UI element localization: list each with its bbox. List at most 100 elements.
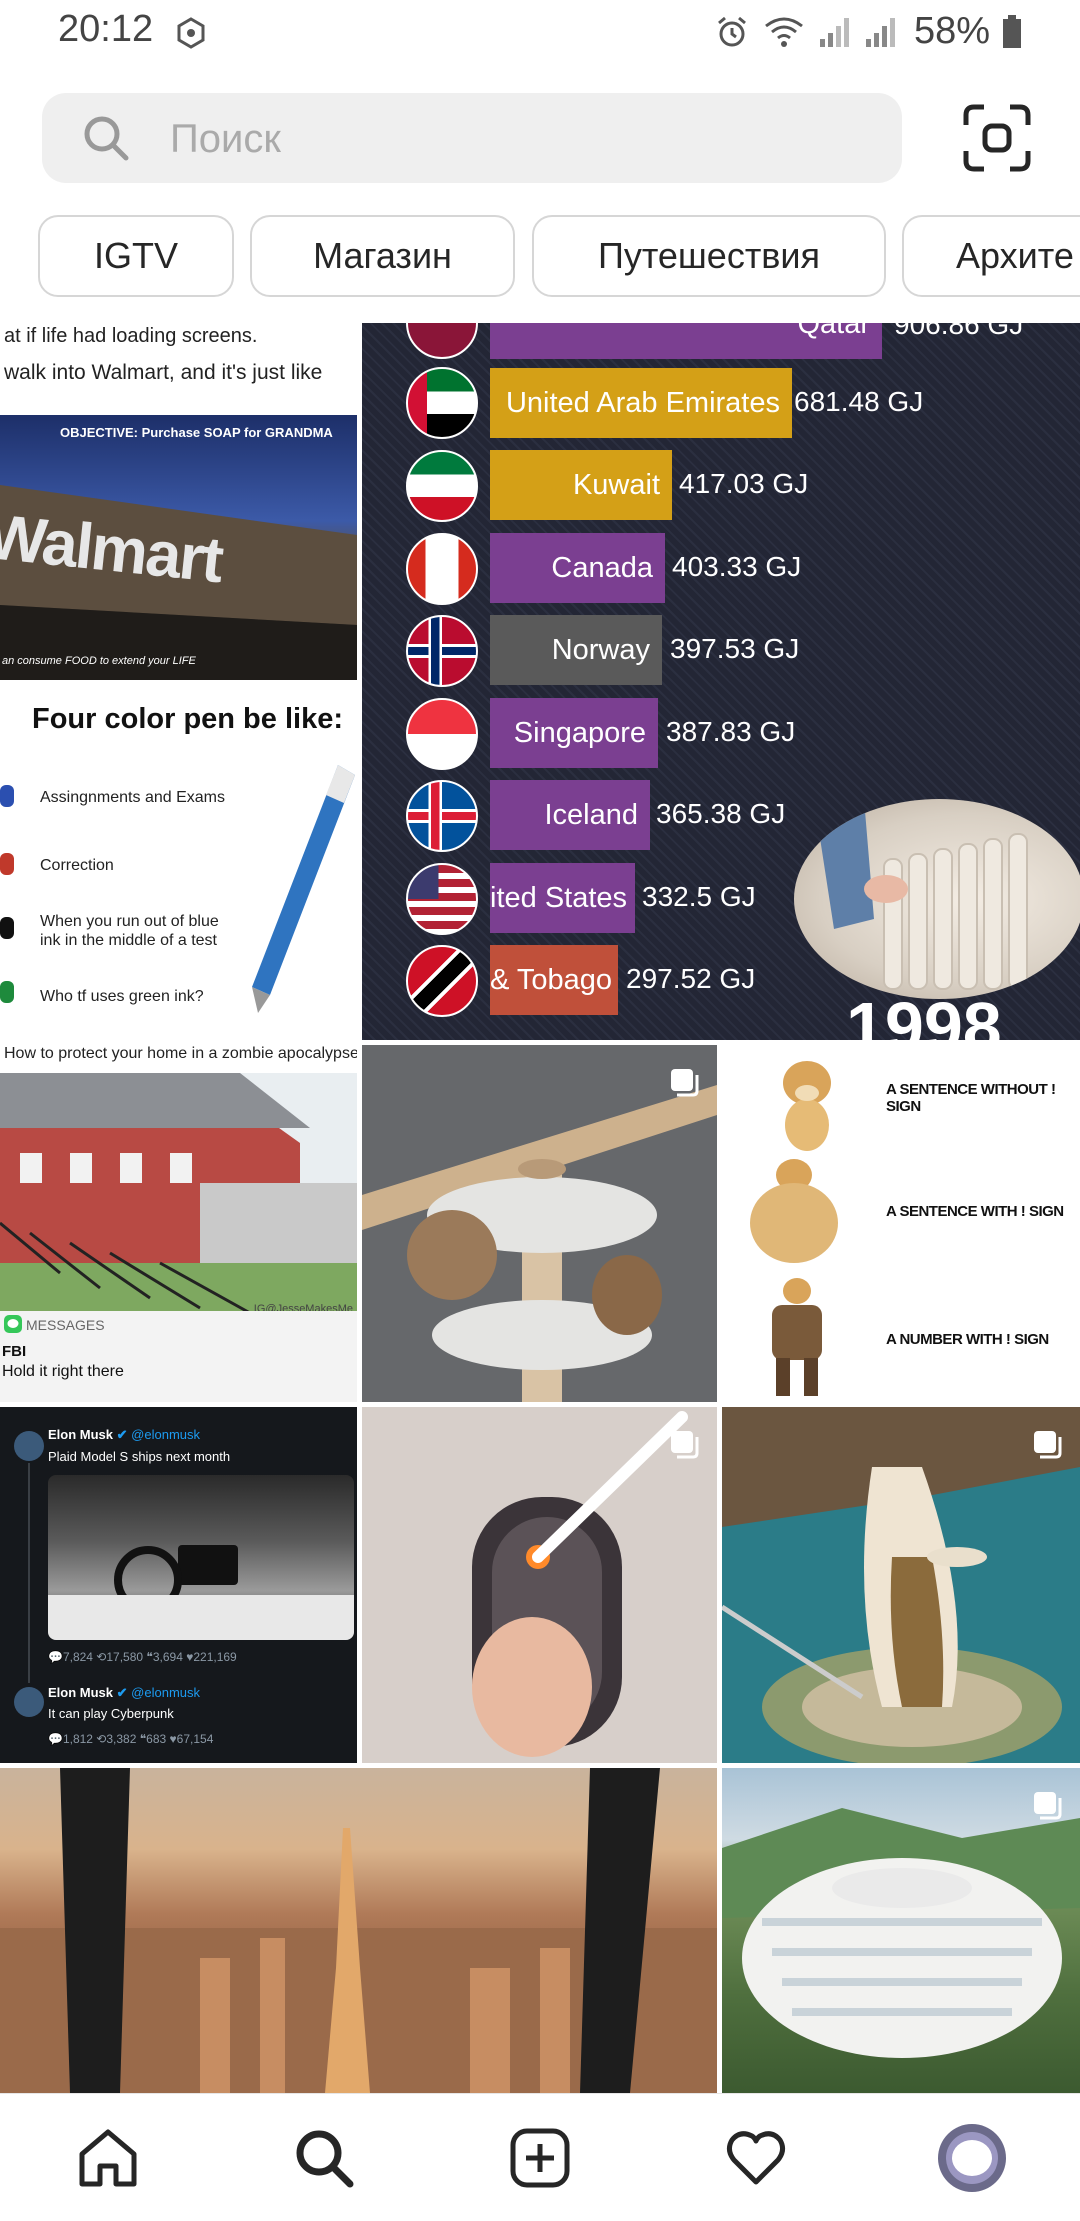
city-image bbox=[0, 1768, 717, 2093]
meme-caption-1: at if life had loading screens. bbox=[4, 325, 258, 347]
status-icons: 58% bbox=[714, 10, 1022, 53]
add-post-icon bbox=[510, 2128, 570, 2188]
pen-item-1: Assingnments and Exams bbox=[40, 789, 225, 806]
post-doge-meme[interactable]: A SENTENCE WITHOUT ! SIGN A SENTENCE WIT… bbox=[722, 1045, 1080, 1402]
post-pen-meme[interactable]: Four color pen be like: Assingnments and… bbox=[0, 685, 357, 1040]
bar-iceland: Iceland bbox=[490, 780, 650, 850]
nav-create[interactable] bbox=[504, 2122, 576, 2194]
battery-percent: 58% bbox=[913, 10, 990, 52]
value-kuwait: 417.03 GJ bbox=[679, 468, 809, 499]
chip-architecture[interactable]: Архите bbox=[902, 215, 1080, 297]
messages-label: MESSAGES bbox=[26, 1317, 105, 1333]
tweet-stats-2: 💬1,812 ⟲3,382 ❝683 ♥67,154 bbox=[48, 1732, 214, 1746]
pen-item-3: When you run out of blue ink in the midd… bbox=[40, 913, 219, 949]
messages-icon bbox=[4, 1315, 22, 1333]
hotel-image bbox=[722, 1808, 1080, 2058]
value-trinidad: 297.52 GJ bbox=[626, 963, 756, 994]
avatar bbox=[14, 1431, 44, 1461]
profile-avatar bbox=[938, 2124, 1006, 2192]
flag-norway bbox=[406, 615, 478, 687]
post-walmart-meme[interactable]: at if life had loading screens. walk int… bbox=[0, 323, 357, 680]
black-dot bbox=[0, 917, 14, 939]
bar-trinidad: & Tobago bbox=[490, 945, 618, 1015]
walmart-footer: an consume FOOD to extend your LIFE bbox=[2, 655, 196, 667]
wood-gadget-image bbox=[362, 1045, 717, 1402]
nav-profile[interactable] bbox=[936, 2122, 1008, 2194]
carousel-icon-2 bbox=[671, 1431, 699, 1459]
wifi-icon bbox=[765, 17, 803, 47]
heart-icon bbox=[726, 2131, 786, 2185]
post-hotel[interactable] bbox=[722, 1768, 1080, 2093]
carousel-icon bbox=[671, 1069, 699, 1097]
bar-singapore: Singapore bbox=[490, 698, 658, 768]
blue-dot bbox=[0, 785, 14, 807]
post-city-view[interactable] bbox=[0, 1768, 717, 2093]
bar-uae: United Arab Emirates bbox=[490, 368, 792, 438]
post-energy-chart[interactable]: Qatar 906.86 GJ United Arab Emirates 681… bbox=[362, 323, 1080, 1040]
red-dot bbox=[0, 853, 14, 875]
doge-line-1: A SENTENCE WITHOUT ! SIGN bbox=[886, 1081, 1056, 1115]
tweet-text-1: Plaid Model S ships next month bbox=[48, 1449, 231, 1464]
post-musk-tweets[interactable]: Elon Musk ✔ @elonmusk Plaid Model S ship… bbox=[0, 1407, 357, 1763]
flag-kuwait bbox=[406, 450, 478, 522]
meme-caption-2: walk into Walmart, and it's just like bbox=[4, 361, 323, 384]
value-iceland: 365.38 GJ bbox=[656, 798, 786, 829]
search-bar[interactable] bbox=[42, 93, 902, 185]
signal-icon bbox=[819, 17, 849, 47]
flag-uae bbox=[406, 367, 478, 439]
flag-iceland bbox=[406, 780, 478, 852]
green-dot bbox=[0, 981, 14, 1003]
chip-igtv[interactable]: IGTV bbox=[38, 215, 234, 297]
value-singapore: 387.83 GJ bbox=[666, 716, 796, 747]
signal-icon-2 bbox=[865, 17, 895, 47]
search-icon bbox=[84, 116, 129, 161]
value-canada: 403.33 GJ bbox=[672, 551, 802, 582]
bottom-navigation bbox=[0, 2093, 1080, 2221]
pen-title: Four color pen be like: bbox=[32, 703, 343, 735]
search-nav-icon bbox=[296, 2130, 354, 2188]
chip-travel[interactable]: Путешествия bbox=[532, 215, 886, 297]
flag-trinidad bbox=[406, 945, 478, 1017]
nav-activity[interactable] bbox=[720, 2122, 792, 2194]
post-wood-gadget[interactable] bbox=[362, 1045, 717, 1402]
zombie-house-image bbox=[0, 1073, 357, 1323]
avatar-2 bbox=[14, 1687, 44, 1717]
flag-singapore bbox=[406, 698, 478, 770]
nav-home[interactable] bbox=[72, 2122, 144, 2194]
scan-icon[interactable] bbox=[962, 103, 1032, 173]
zombie-caption: How to protect your home in a zombie apo… bbox=[4, 1045, 357, 1062]
category-chips: IGTV Магазин Путешествия Архите bbox=[38, 215, 1080, 299]
pen-item-2: Correction bbox=[40, 857, 114, 874]
message-text: Hold it right there bbox=[2, 1363, 124, 1380]
post-tower[interactable] bbox=[722, 1407, 1080, 1763]
pen-image bbox=[252, 765, 355, 1013]
post-zombie-meme[interactable]: How to protect your home in a zombie apo… bbox=[0, 1045, 357, 1402]
post-lighter[interactable] bbox=[362, 1407, 717, 1763]
doge-line-3: A NUMBER WITH ! SIGN bbox=[886, 1331, 1049, 1348]
tweet-text-2: It can play Cyberpunk bbox=[48, 1706, 174, 1721]
bar-usa: ited States bbox=[490, 863, 635, 933]
bar-kuwait: Kuwait bbox=[490, 450, 672, 520]
value-qatar: 906.86 GJ bbox=[894, 323, 1024, 340]
flag-canada bbox=[406, 533, 478, 605]
chip-shop[interactable]: Магазин bbox=[250, 215, 515, 297]
value-uae: 681.48 GJ bbox=[794, 386, 924, 417]
bar-canada: Canada bbox=[490, 533, 665, 603]
tweet-author-2: Elon Musk ✔ @elonmusk bbox=[48, 1685, 201, 1700]
battery-icon bbox=[1003, 14, 1021, 48]
doge-line-2: A SENTENCE WITH ! SIGN bbox=[886, 1203, 1064, 1220]
tweet-author: Elon Musk ✔ @elonmusk bbox=[48, 1427, 201, 1442]
value-norway: 397.53 GJ bbox=[670, 633, 800, 664]
message-sender: FBI bbox=[2, 1343, 27, 1360]
carousel-icon-4 bbox=[1034, 1792, 1062, 1820]
tower-image bbox=[722, 1407, 1080, 1763]
status-bar: 20:12 58% bbox=[0, 0, 1080, 70]
bar-norway: Norway bbox=[490, 615, 662, 685]
cheems-image bbox=[783, 1061, 831, 1151]
nav-search[interactable] bbox=[288, 2122, 360, 2194]
radiator-image bbox=[794, 799, 1080, 999]
alarm-icon bbox=[717, 16, 746, 46]
home-icon bbox=[79, 2129, 137, 2187]
search-input[interactable] bbox=[168, 93, 872, 185]
buff-doge-image bbox=[750, 1159, 838, 1263]
